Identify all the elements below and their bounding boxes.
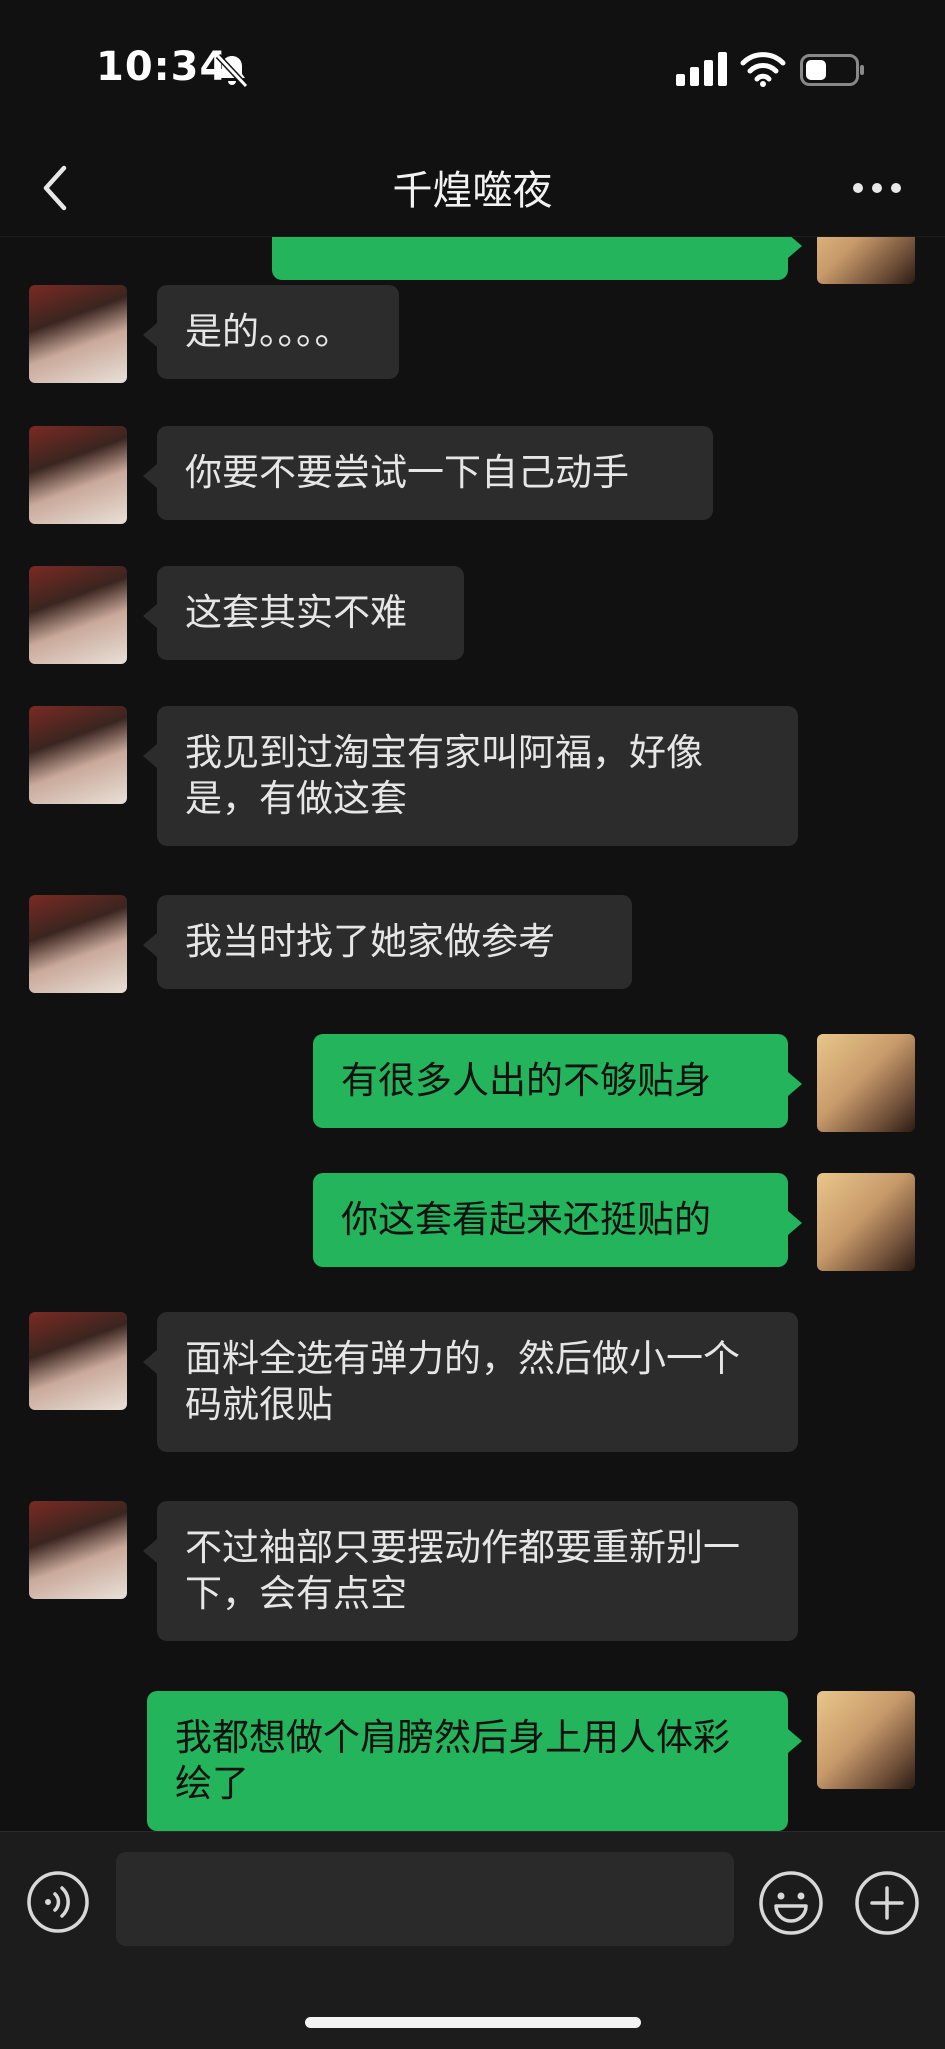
- my-avatar[interactable]: [817, 1691, 915, 1789]
- contact-avatar[interactable]: [29, 285, 127, 383]
- chat-title: 千煌噬夜: [392, 168, 553, 214]
- message-bubble-incoming[interactable]: 你要不要尝试一下自己动手: [143, 426, 713, 520]
- signal-icon: [676, 52, 727, 86]
- emoji-icon[interactable]: [758, 1870, 824, 1936]
- contact-avatar[interactable]: [29, 426, 127, 524]
- chat-header: 千煌噬夜: [0, 140, 945, 237]
- message-bubble-outgoing-partial[interactable]: [272, 236, 802, 280]
- message-bubble-incoming[interactable]: 不过袖部只要摆动作都要重新别一下，会有点空: [143, 1501, 798, 1641]
- contact-avatar[interactable]: [29, 566, 127, 664]
- my-avatar[interactable]: [817, 236, 915, 284]
- message-list[interactable]: 是的。。。。 你要不要尝试一下自己动手 这套其实不难 我见到过淘宝有家叫阿福，好…: [0, 236, 945, 1831]
- message-bubble-incoming[interactable]: 是的。。。。: [143, 285, 399, 379]
- home-indicator[interactable]: [305, 2017, 641, 2028]
- message-bubble-outgoing[interactable]: 我都想做个肩膀然后身上用人体彩绘了: [147, 1691, 802, 1831]
- status-time: 10:34: [96, 44, 229, 90]
- input-bar: [0, 1831, 945, 2049]
- contact-avatar[interactable]: [29, 895, 127, 993]
- more-dots-icon[interactable]: [852, 176, 902, 200]
- contact-avatar[interactable]: [29, 1312, 127, 1410]
- message-input[interactable]: [116, 1852, 734, 1946]
- my-avatar[interactable]: [817, 1034, 915, 1132]
- message-bubble-incoming[interactable]: 我当时找了她家做参考: [143, 895, 632, 989]
- plus-icon[interactable]: [854, 1870, 920, 1936]
- my-avatar[interactable]: [817, 1173, 915, 1271]
- message-bubble-incoming[interactable]: 我见到过淘宝有家叫阿福，好像是，有做这套: [143, 706, 798, 846]
- contact-avatar[interactable]: [29, 1501, 127, 1599]
- bell-off-icon: [215, 53, 249, 89]
- message-bubble-outgoing[interactable]: 有很多人出的不够贴身: [313, 1034, 802, 1128]
- voice-icon[interactable]: [26, 1870, 90, 1934]
- message-bubble-outgoing[interactable]: 你这套看起来还挺贴的: [313, 1173, 802, 1267]
- contact-avatar[interactable]: [29, 706, 127, 804]
- status-bar: 10:34: [0, 0, 945, 140]
- wifi-icon: [740, 52, 786, 87]
- message-bubble-incoming[interactable]: 这套其实不难: [143, 566, 464, 660]
- message-bubble-incoming[interactable]: 面料全选有弹力的，然后做小一个码就很贴: [143, 1312, 798, 1452]
- battery-icon: [800, 54, 864, 86]
